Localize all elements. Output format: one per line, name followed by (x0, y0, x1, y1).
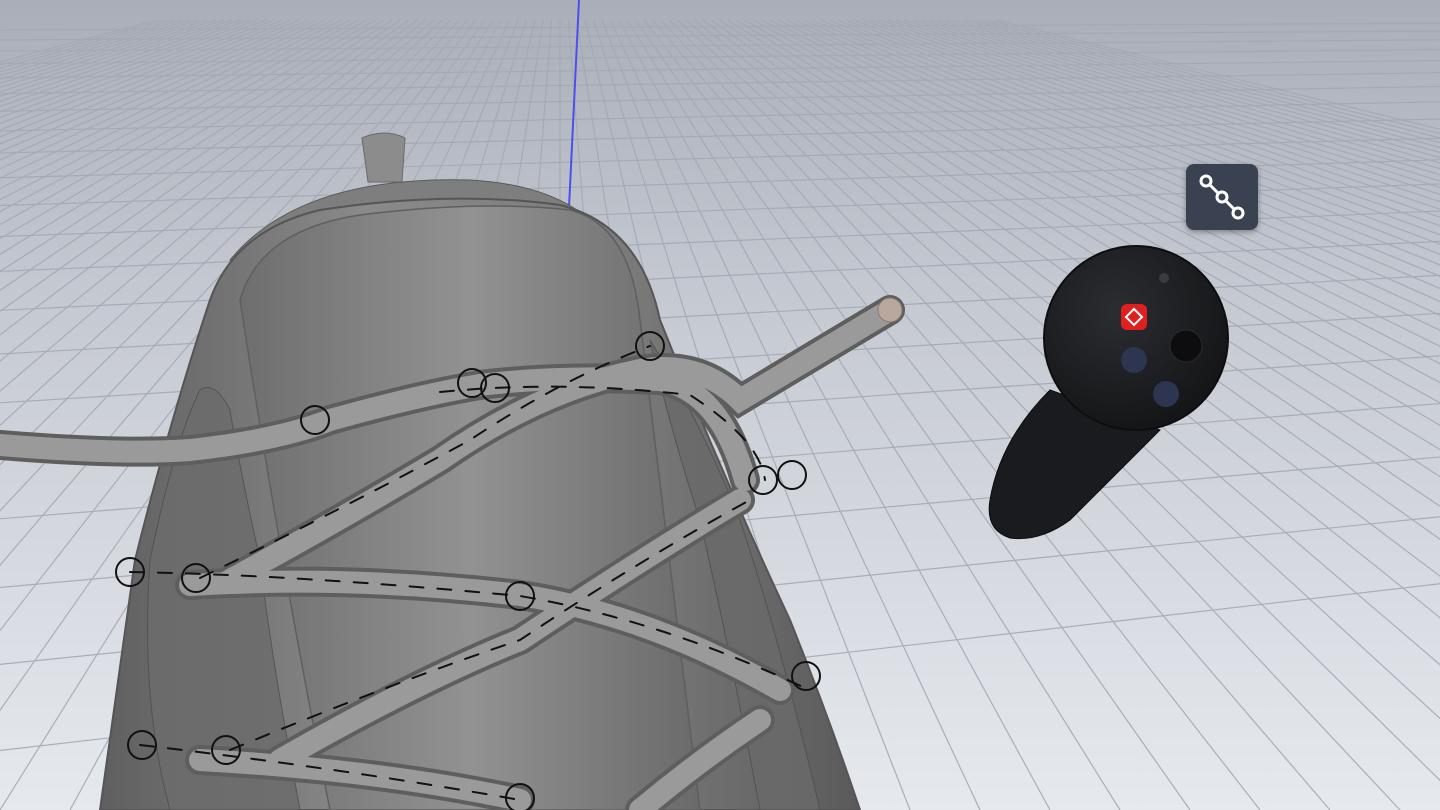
controller-menu-button-icon (1159, 273, 1169, 283)
shoe-pull-tab (361, 132, 406, 183)
lace-aglet (877, 297, 903, 323)
active-tool-badge[interactable] (1186, 164, 1258, 230)
controller-button-a-icon (1121, 347, 1147, 373)
controller-button-b-icon (1153, 381, 1179, 407)
path-nodes-icon (1199, 174, 1245, 220)
controller-thumbstick-icon (1169, 329, 1203, 363)
3d-viewport[interactable] (0, 0, 1440, 810)
